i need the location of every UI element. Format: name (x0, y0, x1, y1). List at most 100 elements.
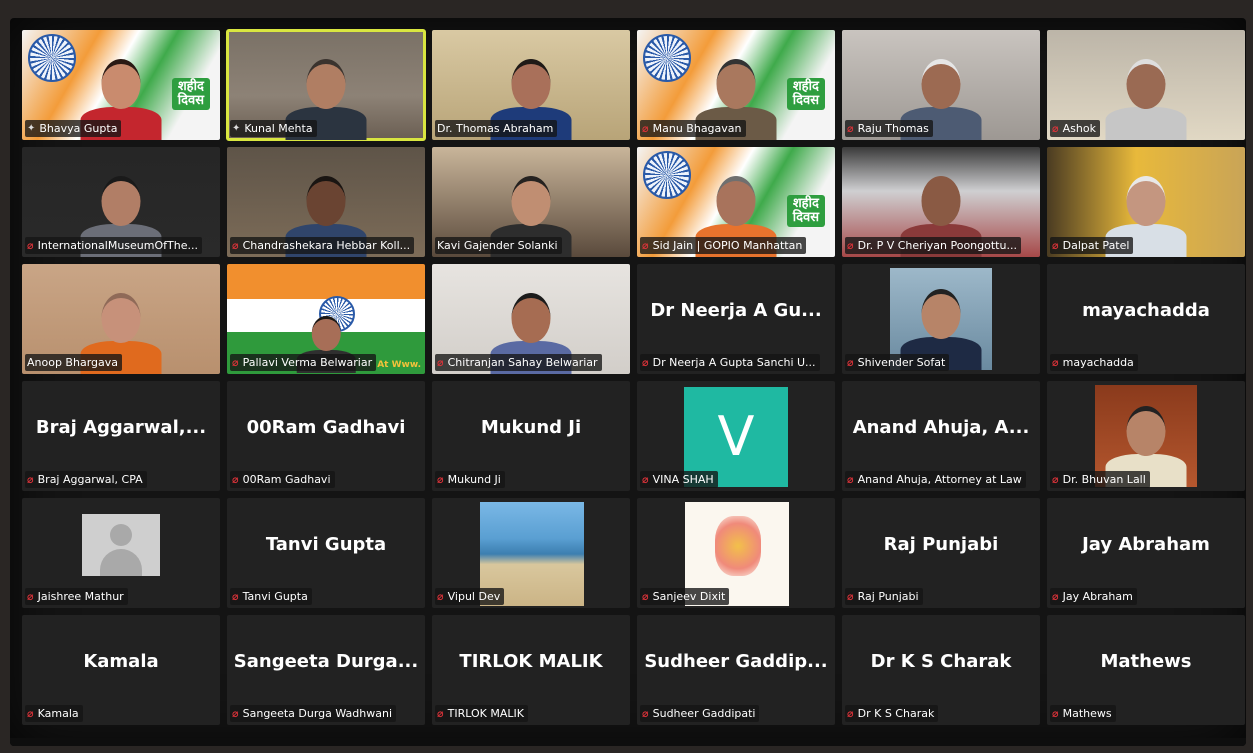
participant-name-label: ⌀ Jaishree Mathur (25, 588, 128, 605)
participant-name: Raju Thomas (857, 122, 929, 135)
participant-tile[interactable]: ⌀ Jaishree Mathur (22, 498, 220, 608)
participant-name-label: ⌀ Sanjeev Dixit (640, 588, 730, 605)
participant-name: Jay Abraham (1062, 590, 1133, 603)
mic-off-icon: ⌀ (27, 473, 34, 486)
participant-tile[interactable]: Anand Ahuja, A... ⌀ Anand Ahuja, Attorney … (842, 381, 1040, 491)
participant-name: Dr. P V Cheriyan Poongottu... (857, 239, 1017, 252)
banner-line-1: शहीद (177, 79, 204, 94)
mic-off-icon: ⌀ (642, 707, 649, 720)
participant-name: Shivender Sofat (857, 356, 946, 369)
mic-off-icon: ⌀ (27, 707, 34, 720)
participant-display-name: Braj Aggarwal,... (35, 417, 207, 438)
participant-tile[interactable]: Mathews ⌀ Mathews (1047, 615, 1245, 725)
mic-off-icon: ⌀ (642, 356, 649, 369)
participant-tile[interactable]: Anoop Bhargava (22, 264, 220, 374)
participant-name-label: ⌀ Jay Abraham (1050, 588, 1137, 605)
participant-name: Tanvi Gupta (242, 590, 308, 603)
participant-name: Kavi Gajender Solanki (437, 239, 558, 252)
participant-name-label: ⌀ 00Ram Gadhavi (230, 471, 335, 488)
gallery-grid: शहीद दिवस ✦ Bhavya Gupta ✦ Kunal Mehta Dr. Tho… (22, 29, 1245, 725)
overlay-tag: At Www. (377, 360, 421, 370)
participant-tile[interactable]: ⌀ Ashok (1047, 30, 1245, 140)
participant-name: Vipul Dev (447, 590, 501, 603)
participant-tile[interactable]: mayachadda ⌀ mayachadda (1047, 264, 1245, 374)
participant-name-label: ⌀ Tanvi Gupta (230, 588, 312, 605)
participant-name-label: ⌀ Raju Thomas (845, 120, 933, 137)
participant-tile[interactable]: Kamala ⌀ Kamala (22, 615, 220, 725)
participant-name-label: ⌀ Manu Bhagavan (640, 120, 746, 137)
participant-name-label: ⌀ Dr. Bhuvan Lall (1050, 471, 1150, 488)
banner-line-1: शहीद (792, 196, 819, 211)
participant-name-label: ⌀ Ashok (1050, 120, 1100, 137)
participant-name-label: Anoop Bhargava (25, 354, 122, 371)
participant-tile[interactable]: शहीद दिवस ⌀ Sid Jain | GOPIO Manhattan (637, 147, 835, 257)
participant-name: Pallavi Verma Belwariar (242, 356, 373, 369)
participant-display-name: Kamala (83, 651, 159, 672)
mic-off-icon: ⌀ (232, 356, 239, 369)
participant-tile[interactable]: 00Ram Gadhavi ⌀ 00Ram Gadhavi (227, 381, 425, 491)
participant-tile[interactable]: Tanvi Gupta ⌀ Tanvi Gupta (227, 498, 425, 608)
participant-tile[interactable]: ⌀ Vipul Dev (432, 498, 630, 608)
participant-name-label: ⌀ Vipul Dev (435, 588, 505, 605)
participant-tile[interactable]: V ⌀ VINA SHAH (637, 381, 835, 491)
participant-tile[interactable]: ✦ Kunal Mehta (226, 29, 426, 141)
participant-tile[interactable]: Raj Punjabi ⌀ Raj Punjabi (842, 498, 1040, 608)
participant-name-label: ⌀ InternationalMuseumOfThe... (25, 237, 202, 254)
participant-tile[interactable]: Sangeeta Durga... ⌀ Sangeeta Durga Wadhwan… (227, 615, 425, 725)
ashoka-chakra-icon (643, 151, 691, 199)
participant-name: Ashok (1062, 122, 1096, 135)
participant-tile[interactable]: ⌀ InternationalMuseumOfThe... (22, 147, 220, 257)
participant-tile[interactable]: ⌀ Sanjeev Dixit (637, 498, 835, 608)
participant-tile[interactable]: ⌀ Dr. Bhuvan Lall (1047, 381, 1245, 491)
participant-display-name: Tanvi Gupta (265, 534, 387, 555)
participant-tile[interactable]: ⌀ Dr. P V Cheriyan Poongottu... (842, 147, 1040, 257)
participant-name: Sid Jain | GOPIO Manhattan (652, 239, 803, 252)
participant-tile[interactable]: ⌀ Shivender Sofat (842, 264, 1040, 374)
participant-display-name: Mathews (1100, 651, 1192, 672)
participant-name: Kamala (37, 707, 79, 720)
banner-line-2: दिवस (177, 93, 204, 108)
mic-off-icon: ⌀ (1052, 473, 1059, 486)
participant-tile[interactable]: Sudheer Gaddip... ⌀ Sudheer Gaddipati (637, 615, 835, 725)
participant-tile[interactable]: Jay Abraham ⌀ Jay Abraham (1047, 498, 1245, 608)
participant-tile[interactable]: शहीद दिवस ✦ Bhavya Gupta (22, 30, 220, 140)
participant-tile[interactable]: Kavi Gajender Solanki (432, 147, 630, 257)
participant-name-label: ⌀ Raj Punjabi (845, 588, 923, 605)
mic-off-icon: ⌀ (847, 473, 854, 486)
zoom-window: शहीद दिवस ✦ Bhavya Gupta ✦ Kunal Mehta Dr. Tho… (10, 18, 1246, 746)
participant-name: Chitranjan Sahay Belwariar (447, 356, 598, 369)
participant-tile[interactable]: At Www. ⌀ Pallavi Verma Belwariar (227, 264, 425, 374)
participant-name: Mukund Ji (447, 473, 501, 486)
participant-display-name: 00Ram Gadhavi (246, 417, 406, 438)
participant-name: Sanjeev Dixit (652, 590, 726, 603)
participant-tile[interactable]: ⌀ Dalpat Patel (1047, 147, 1245, 257)
participant-tile[interactable]: Braj Aggarwal,... ⌀ Braj Aggarwal, CPA (22, 381, 220, 491)
participant-name: InternationalMuseumOfThe... (37, 239, 198, 252)
participant-tile[interactable]: Mukund Ji ⌀ Mukund Ji (432, 381, 630, 491)
banner-line-2: दिवस (792, 93, 819, 108)
participant-tile[interactable]: ⌀ Raju Thomas (842, 30, 1040, 140)
participant-tile[interactable]: Dr K S Charak ⌀ Dr K S Charak (842, 615, 1040, 725)
participant-name: 00Ram Gadhavi (242, 473, 331, 486)
ashoka-chakra-icon (28, 34, 76, 82)
participant-tile[interactable]: शहीद दिवस ⌀ Manu Bhagavan (637, 30, 835, 140)
participant-tile[interactable]: Dr Neerja A Gu... ⌀ Dr Neerja A Gupta Sanc… (637, 264, 835, 374)
participant-name-label: ⌀ Chandrashekara Hebbar Koll... (230, 237, 415, 254)
participant-name: Dr K S Charak (857, 707, 935, 720)
mic-off-icon: ⌀ (232, 590, 239, 603)
participant-name: VINA SHAH (652, 473, 714, 486)
mic-off-icon: ⌀ (27, 239, 34, 252)
mic-off-icon: ⌀ (437, 473, 444, 486)
participant-name-label: ⌀ Anand Ahuja, Attorney at Law (845, 471, 1026, 488)
participant-name: mayachadda (1062, 356, 1134, 369)
participant-tile[interactable]: ⌀ Chandrashekara Hebbar Koll... (227, 147, 425, 257)
participant-name: Dr Neerja A Gupta Sanchi U... (652, 356, 816, 369)
participant-tile[interactable]: Dr. Thomas Abraham (432, 30, 630, 140)
participant-tile[interactable]: TIRLOK MALIK ⌀ TIRLOK MALIK (432, 615, 630, 725)
participant-name-label: Kavi Gajender Solanki (435, 237, 562, 254)
participant-name-label: ⌀ Kamala (25, 705, 83, 722)
participant-name-label: ⌀ VINA SHAH (640, 471, 718, 488)
mic-off-icon: ⌀ (437, 707, 444, 720)
mic-off-icon: ⌀ (847, 590, 854, 603)
participant-tile[interactable]: ⌀ Chitranjan Sahay Belwariar (432, 264, 630, 374)
